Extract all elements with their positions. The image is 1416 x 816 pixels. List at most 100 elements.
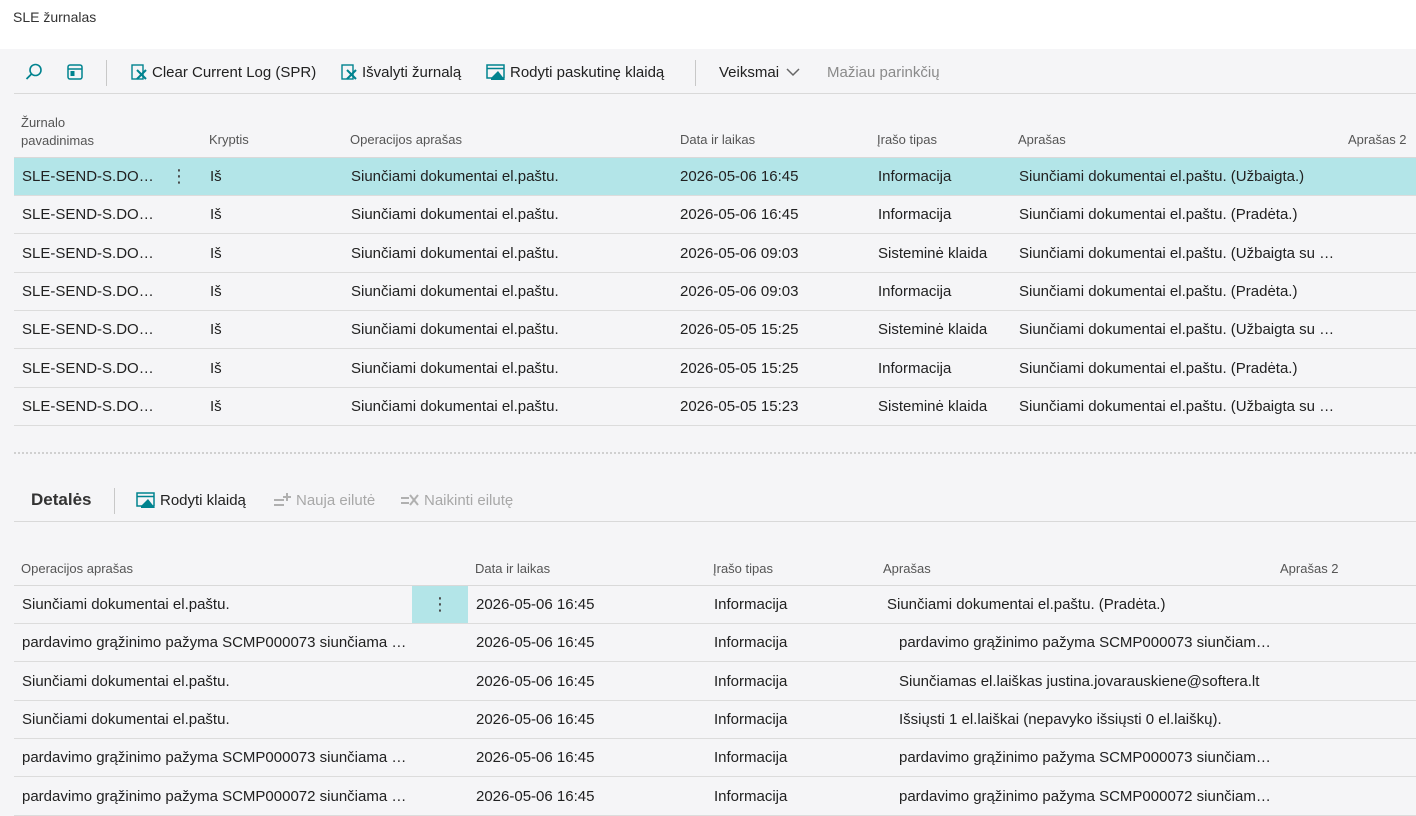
title-bar: SLE žurnalas xyxy=(0,0,1416,49)
cell-operation: Siunčiami dokumentai el.paštu. xyxy=(351,282,559,300)
rodyti-klaida-label: Rodyti klaidą xyxy=(160,491,246,509)
table-row[interactable]: SLE-SEND-S.DOCUMENTS Iš Siunčiami dokument… xyxy=(14,350,1416,388)
table-row[interactable]: SLE-SEND-S.DOCUMENTS Iš Siunčiami dokument… xyxy=(14,196,1416,235)
table-row[interactable]: pardavimo grąžinimo pažyma SCMP000073 si… xyxy=(14,624,1416,663)
new-line-icon xyxy=(274,493,291,506)
details-header-description[interactable]: Aprašas xyxy=(883,561,931,576)
isvalyti-zurnala-button[interactable]: Išvalyti žurnalą xyxy=(340,52,461,92)
header-name-line2: pavadinimas xyxy=(21,133,94,148)
cell-operation[interactable]: pardavimo grąžinimo pažyma SCMP000073 si… xyxy=(22,739,414,776)
table-row[interactable]: Siunčiami dokumentai el.paštu. 2026-05-06… xyxy=(14,701,1416,739)
clear-current-log-label: Clear Current Log (SPR) xyxy=(152,63,317,81)
cell-name[interactable]: SLE-SEND-S.DOCUMENTS xyxy=(22,196,158,233)
chevron-down-icon xyxy=(786,68,800,77)
cell-entry-type: Informacija xyxy=(714,596,788,613)
cell-entry-type: Sisteminė klaida xyxy=(878,244,988,262)
cell-operation: Siunčiami dokumentai el.paštu. xyxy=(351,321,559,339)
cell-datetime: 2026-05-06 16:45 xyxy=(476,710,595,728)
header-description2[interactable]: Aprašas 2 xyxy=(1348,132,1407,147)
rodyti-paskutine-klaida-label: Rodyti paskutinę klaidą xyxy=(510,63,665,81)
cell-operation: Siunčiami dokumentai el.paštu. xyxy=(351,168,559,185)
header-description[interactable]: Aprašas xyxy=(1018,132,1066,147)
cell-direction: Iš xyxy=(210,282,222,300)
cell-name[interactable]: SLE-SEND-S.DOCUMENTS xyxy=(22,273,158,310)
maziau-parinkciu-label: Mažiau parinkčių xyxy=(827,63,940,81)
page-title: SLE žurnalas xyxy=(13,9,97,25)
cell-description: Siunčiami dokumentai el.paštu. (Pradėta.… xyxy=(1019,206,1298,224)
cell-description: Siunčiami dokumentai el.paštu. (Užbaigta… xyxy=(1019,244,1339,262)
cell-description: Siunčiami dokumentai el.paštu. (Užbaigta… xyxy=(1019,397,1339,415)
log-table: Žurnalo pavadinimas Kryptis Operacijos a… xyxy=(14,96,1416,436)
cell-description: pardavimo grąžinimo pažyma SCMP000072 si… xyxy=(899,787,1271,805)
details-header-operation[interactable]: Operacijos aprašas xyxy=(21,561,133,576)
cell-description: pardavimo grąžinimo pažyma SCMP000073 si… xyxy=(899,749,1271,767)
cell-operation[interactable]: pardavimo grąžinimo pažyma SCMP000073 si… xyxy=(22,624,414,661)
cell-datetime: 2026-05-06 16:45 xyxy=(476,634,595,652)
layout-button[interactable] xyxy=(66,52,88,92)
cell-direction: Iš xyxy=(210,321,222,339)
cell-datetime: 2026-05-05 15:25 xyxy=(680,359,799,377)
cell-direction: Iš xyxy=(210,206,222,224)
details-header-description2[interactable]: Aprašas 2 xyxy=(1280,561,1339,576)
header-entry-type[interactable]: Įrašo tipas xyxy=(877,132,937,147)
cell-operation[interactable]: Siunčiami dokumentai el.paštu. xyxy=(22,663,414,700)
cell-datetime: 2026-05-05 15:25 xyxy=(680,321,799,339)
delete-line-icon xyxy=(401,494,419,506)
cell-operation[interactable]: Siunčiami dokumentai el.paštu. xyxy=(22,701,414,738)
header-direction[interactable]: Kryptis xyxy=(209,132,249,147)
table-row[interactable]: SLE-SEND-S.DOCUMENTS Iš Siunčiami dokument… xyxy=(14,273,1416,311)
cell-name[interactable]: SLE-SEND-S.DOCUMENTS xyxy=(22,311,158,348)
toolbar-separator xyxy=(114,488,115,514)
cell-datetime: 2026-05-06 16:45 xyxy=(680,168,799,185)
table-row[interactable]: SLE-SEND-S.DOCUMENTS Iš Siunčiami dokument… xyxy=(14,388,1416,426)
veiksmai-menu[interactable]: Veiksmai xyxy=(719,52,805,92)
cell-description: Siunčiamas el.laiškas justina.jovarauski… xyxy=(899,672,1260,690)
cell-direction: Iš xyxy=(210,359,222,377)
details-header-entry-type[interactable]: Įrašo tipas xyxy=(713,561,773,576)
cell-entry-type: Informacija xyxy=(878,359,952,377)
cell-description: Siunčiami dokumentai el.paštu. (Užbaigta… xyxy=(1019,321,1339,339)
toolbar-separator xyxy=(106,60,107,86)
rodyti-klaida-button[interactable]: Rodyti klaidą xyxy=(136,480,246,520)
search-icon xyxy=(25,63,42,80)
cell-entry-type: Sisteminė klaida xyxy=(878,321,988,339)
cell-name[interactable]: SLE-SEND-S.DOCUMENTS xyxy=(22,158,158,195)
cell-direction: Iš xyxy=(210,168,222,185)
cell-name[interactable]: SLE-SEND-S.DOCUMENTS xyxy=(22,388,158,425)
header-name[interactable]: Žurnalo pavadinimas xyxy=(21,114,94,150)
cell-direction: Iš xyxy=(210,244,222,262)
table-row[interactable]: Siunčiami dokumentai el.paštu. 2026-05-06… xyxy=(14,586,1416,624)
nauja-eilute-button[interactable]: Nauja eilutė xyxy=(272,480,375,520)
cell-datetime: 2026-05-06 16:45 xyxy=(476,787,595,805)
cell-operation: Siunčiami dokumentai el.paštu. xyxy=(351,206,559,224)
row-actions-icon[interactable]: ⋮ xyxy=(166,158,192,195)
cell-datetime: 2026-05-06 16:45 xyxy=(476,672,595,690)
naikinti-eilute-label: Naikinti eilutę xyxy=(424,491,514,509)
maziau-parinkciu-button[interactable]: Mažiau parinkčių xyxy=(827,52,940,92)
table-row[interactable]: Siunčiami dokumentai el.paštu. 2026-05-06… xyxy=(14,663,1416,701)
header-datetime[interactable]: Data ir laikas xyxy=(680,132,755,147)
rodyti-paskutine-klaida-button[interactable]: Rodyti paskutinę klaidą xyxy=(486,52,664,92)
details-header-datetime[interactable]: Data ir laikas xyxy=(475,561,550,576)
cell-datetime: 2026-05-06 16:45 xyxy=(476,596,595,613)
cell-datetime: 2026-05-06 16:45 xyxy=(680,206,799,224)
cell-datetime: 2026-05-06 09:03 xyxy=(680,282,799,300)
header-operation[interactable]: Operacijos aprašas xyxy=(350,132,462,147)
table-row[interactable]: SLE-SEND-S.DOCUMENTS Iš Siunčiami dokument… xyxy=(14,235,1416,273)
naikinti-eilute-button[interactable]: Naikinti eilutę xyxy=(400,480,513,520)
cell-operation[interactable]: pardavimo grąžinimo pažyma SCMP000072 si… xyxy=(22,778,414,815)
nauja-eilute-label: Nauja eilutė xyxy=(296,491,376,509)
clear-current-log-button[interactable]: Clear Current Log (SPR) xyxy=(130,52,316,92)
cell-name[interactable]: SLE-SEND-S.DOCUMENTS xyxy=(22,350,158,387)
table-row[interactable]: SLE-SEND-S.DOCUMENTS Iš Siunčiami dokument… xyxy=(14,311,1416,350)
cell-name[interactable]: SLE-SEND-S.DOCUMENTS xyxy=(22,235,158,272)
section-divider[interactable] xyxy=(14,452,1416,454)
cell-operation[interactable]: Siunčiami dokumentai el.paštu. xyxy=(22,586,414,623)
cell-entry-type: Sisteminė klaida xyxy=(878,397,988,415)
search-button[interactable] xyxy=(24,52,48,92)
row-actions-icon[interactable]: ⋮ xyxy=(412,586,468,623)
table-row[interactable]: SLE-SEND-S.DOCUMENTS Iš Siunčiami dokument… xyxy=(14,158,1416,196)
table-row[interactable]: pardavimo grąžinimo pažyma SCMP000072 si… xyxy=(14,778,1416,816)
table-row[interactable]: pardavimo grąžinimo pažyma SCMP000073 si… xyxy=(14,739,1416,778)
cell-datetime: 2026-05-05 15:23 xyxy=(680,397,799,415)
